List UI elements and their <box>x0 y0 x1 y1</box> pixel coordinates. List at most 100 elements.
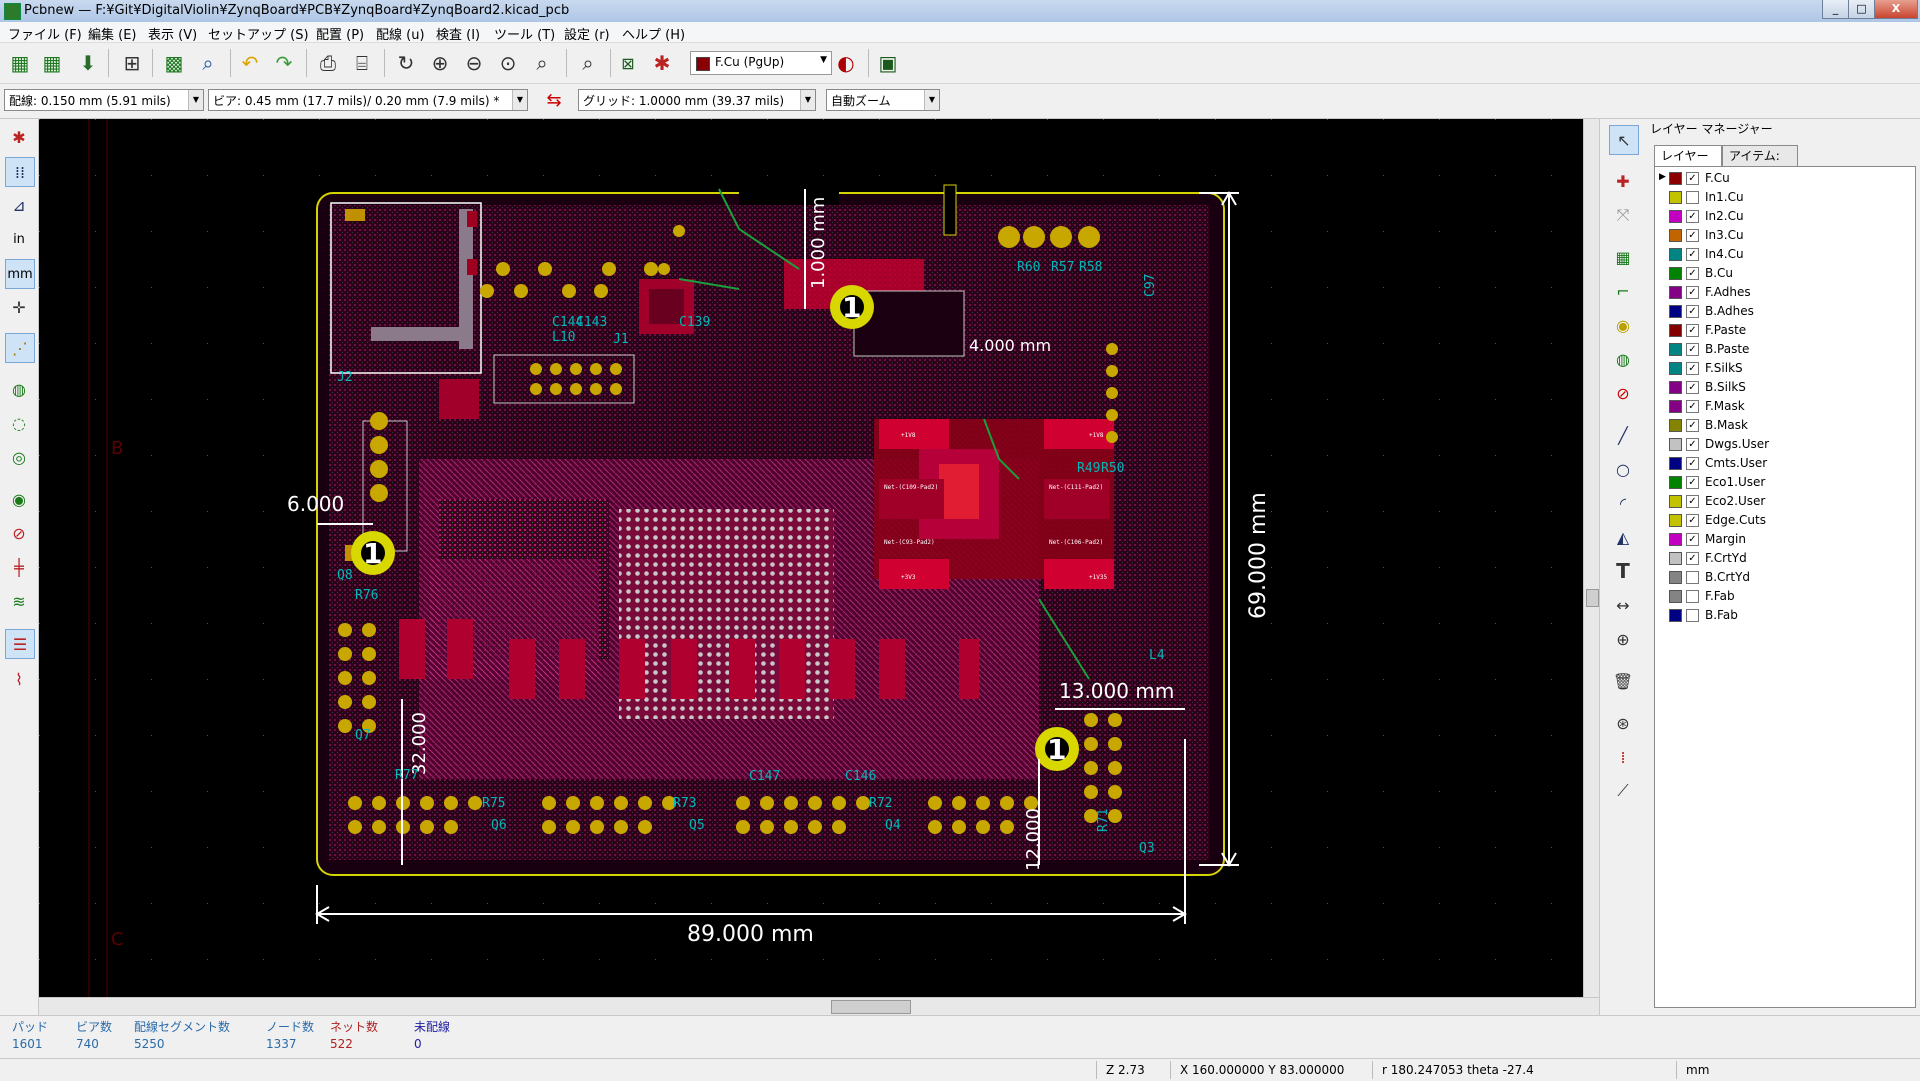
vertical-scrollbar[interactable] <box>1583 119 1600 997</box>
layer-visibility-checkbox[interactable]: ✓ <box>1686 476 1699 489</box>
grid-origin-icon[interactable]: ⁞ <box>1609 743 1637 771</box>
layer-row[interactable]: B.Fab <box>1659 606 1909 625</box>
delete-icon[interactable]: 🗑 <box>1609 667 1637 695</box>
menu-preferences[interactable]: 設定 (r) <box>564 24 610 43</box>
layer-visibility-checkbox[interactable]: ✓ <box>1686 267 1699 280</box>
layer-color-swatch[interactable] <box>1669 476 1682 489</box>
layer-color-swatch[interactable] <box>1669 533 1682 546</box>
save-board-icon[interactable]: ⬇ <box>74 49 102 77</box>
layer-color-swatch[interactable] <box>1669 381 1682 394</box>
layer-visibility-checkbox[interactable]: ✓ <box>1686 305 1699 318</box>
vertical-scroll-thumb[interactable] <box>1586 589 1599 607</box>
layer-visibility-checkbox[interactable]: ✓ <box>1686 457 1699 470</box>
menu-inspect[interactable]: 検査 (I) <box>436 24 480 43</box>
zoom-fit-icon[interactable]: ⊙ <box>494 49 522 77</box>
layer-visibility-checkbox[interactable]: ✓ <box>1686 172 1699 185</box>
menu-tools[interactable]: ツール (T) <box>494 24 555 43</box>
layer-visibility-checkbox[interactable]: ✓ <box>1686 438 1699 451</box>
page-settings-icon[interactable]: ⊞ <box>118 49 146 77</box>
grid-toggle-icon[interactable]: ⁞⁞ <box>5 157 35 187</box>
add-dimension-icon[interactable]: ↔ <box>1609 591 1637 619</box>
add-zone-icon[interactable]: ◍ <box>1609 345 1637 373</box>
layer-color-swatch[interactable] <box>1669 495 1682 508</box>
minimize-button[interactable]: _ <box>1822 0 1849 19</box>
layer-row[interactable]: ✓ Dwgs.User <box>1659 435 1909 454</box>
tab-layers[interactable]: レイヤー <box>1654 145 1722 166</box>
layer-color-swatch[interactable] <box>1669 191 1682 204</box>
layer-color-swatch[interactable] <box>1669 514 1682 527</box>
add-circle-icon[interactable]: ○ <box>1609 455 1637 483</box>
layer-visibility-checkbox[interactable]: ✓ <box>1686 248 1699 261</box>
layer-row[interactable]: ✓ In2.Cu <box>1659 207 1909 226</box>
layer-row[interactable]: ✓ F.Mask <box>1659 397 1909 416</box>
layer-row[interactable]: ✓ F.Paste <box>1659 321 1909 340</box>
plot-icon[interactable]: ⌸ <box>348 49 376 77</box>
layer-row[interactable]: ✓ In4.Cu <box>1659 245 1909 264</box>
menu-view[interactable]: 表示 (V) <box>148 24 197 43</box>
zoom-out-icon[interactable]: ⊖ <box>460 49 488 77</box>
layer-row[interactable]: B.CrtYd <box>1659 568 1909 587</box>
menu-route[interactable]: 配線 (u) <box>376 24 425 43</box>
layer-row[interactable]: ✓ B.SilkS <box>1659 378 1909 397</box>
grid-select[interactable]: グリッド: 1.0000 mm (39.37 mils) ▼ <box>578 89 816 111</box>
layer-color-swatch[interactable] <box>1669 286 1682 299</box>
layer-color-swatch[interactable] <box>1669 552 1682 565</box>
print-icon[interactable]: ⎙ <box>314 49 342 77</box>
layer-visibility-checkbox[interactable]: ✓ <box>1686 210 1699 223</box>
horizontal-scroll-thumb[interactable] <box>831 1000 911 1014</box>
zone-fill-icon[interactable]: ◍ <box>5 375 33 403</box>
library-editor-icon[interactable]: ▩ <box>160 49 188 77</box>
layer-color-swatch[interactable] <box>1669 590 1682 603</box>
layer-row[interactable]: ✓ Cmts.User <box>1659 454 1909 473</box>
layer-row[interactable]: ✓ F.CrtYd <box>1659 549 1909 568</box>
drill-origin-icon[interactable]: ⊛ <box>1609 709 1637 737</box>
menu-help[interactable]: ヘルプ (H) <box>622 24 685 43</box>
units-inch-toggle[interactable]: in <box>5 225 33 253</box>
pad-sketch-icon[interactable]: ◉ <box>5 485 33 513</box>
auto-track-width-icon[interactable]: ⇆ <box>540 86 568 114</box>
layer-visibility-checkbox[interactable]: ✓ <box>1686 552 1699 565</box>
layer-color-swatch[interactable] <box>1669 324 1682 337</box>
units-mm-toggle[interactable]: mm <box>5 259 35 289</box>
add-arc-icon[interactable]: ◜ <box>1609 489 1637 517</box>
track-sketch-icon[interactable]: ╪ <box>5 553 33 581</box>
menu-edit[interactable]: 編集 (E) <box>88 24 137 43</box>
new-board-icon[interactable]: ▦ <box>6 49 34 77</box>
layer-color-swatch[interactable] <box>1669 343 1682 356</box>
high-contrast-icon[interactable]: ≋ <box>5 587 33 615</box>
drc-icon[interactable]: ✱ <box>648 49 676 77</box>
layer-row[interactable]: ✓ B.Paste <box>1659 340 1909 359</box>
layer-manager-toggle-icon[interactable]: ☰ <box>5 629 35 659</box>
layer-visibility-checkbox[interactable]: ✓ <box>1686 419 1699 432</box>
menu-place[interactable]: 配置 (P) <box>316 24 364 43</box>
menu-setup[interactable]: セットアップ (S) <box>208 24 309 43</box>
microwave-toolbar-icon[interactable]: ⌇ <box>5 665 33 693</box>
layer-visibility-checkbox[interactable]: ✓ <box>1686 533 1699 546</box>
highlight-net-icon[interactable]: ✚ <box>1609 167 1637 195</box>
layer-color-swatch[interactable] <box>1669 438 1682 451</box>
select-arrow-icon[interactable]: ↖ <box>1609 125 1639 155</box>
keepout-area-icon[interactable]: ⊘ <box>1609 379 1637 407</box>
layer-visibility-checkbox[interactable]: ✓ <box>1686 400 1699 413</box>
layer-row[interactable]: ✓ Eco1.User <box>1659 473 1909 492</box>
cursor-shape-icon[interactable]: ✛ <box>5 293 33 321</box>
layer-visibility-checkbox[interactable] <box>1686 590 1699 603</box>
layer-row[interactable]: ✓ In3.Cu <box>1659 226 1909 245</box>
open-board-icon[interactable]: ▦ <box>38 49 66 77</box>
redo-icon[interactable]: ↷ <box>270 49 298 77</box>
zoom-select[interactable]: 自動ズーム ▼ <box>826 89 940 111</box>
layer-visibility-checkbox[interactable]: ✓ <box>1686 229 1699 242</box>
close-button[interactable]: X <box>1874 0 1918 19</box>
redraw-icon[interactable]: ↻ <box>392 49 420 77</box>
find-icon[interactable]: ⌕ <box>574 49 602 77</box>
layer-row[interactable]: F.Fab <box>1659 587 1909 606</box>
ratsnest-icon[interactable]: ⋰ <box>5 333 35 363</box>
layer-color-swatch[interactable] <box>1669 419 1682 432</box>
layer-row[interactable]: ✓ B.Cu <box>1659 264 1909 283</box>
maximize-button[interactable]: □ <box>1848 0 1875 19</box>
layer-row[interactable]: ✓ B.Mask <box>1659 416 1909 435</box>
horizontal-scrollbar[interactable] <box>39 997 1599 1016</box>
zone-hide-icon[interactable]: ◎ <box>5 443 33 471</box>
layer-color-swatch[interactable] <box>1669 362 1682 375</box>
layer-visibility-checkbox[interactable]: ✓ <box>1686 286 1699 299</box>
